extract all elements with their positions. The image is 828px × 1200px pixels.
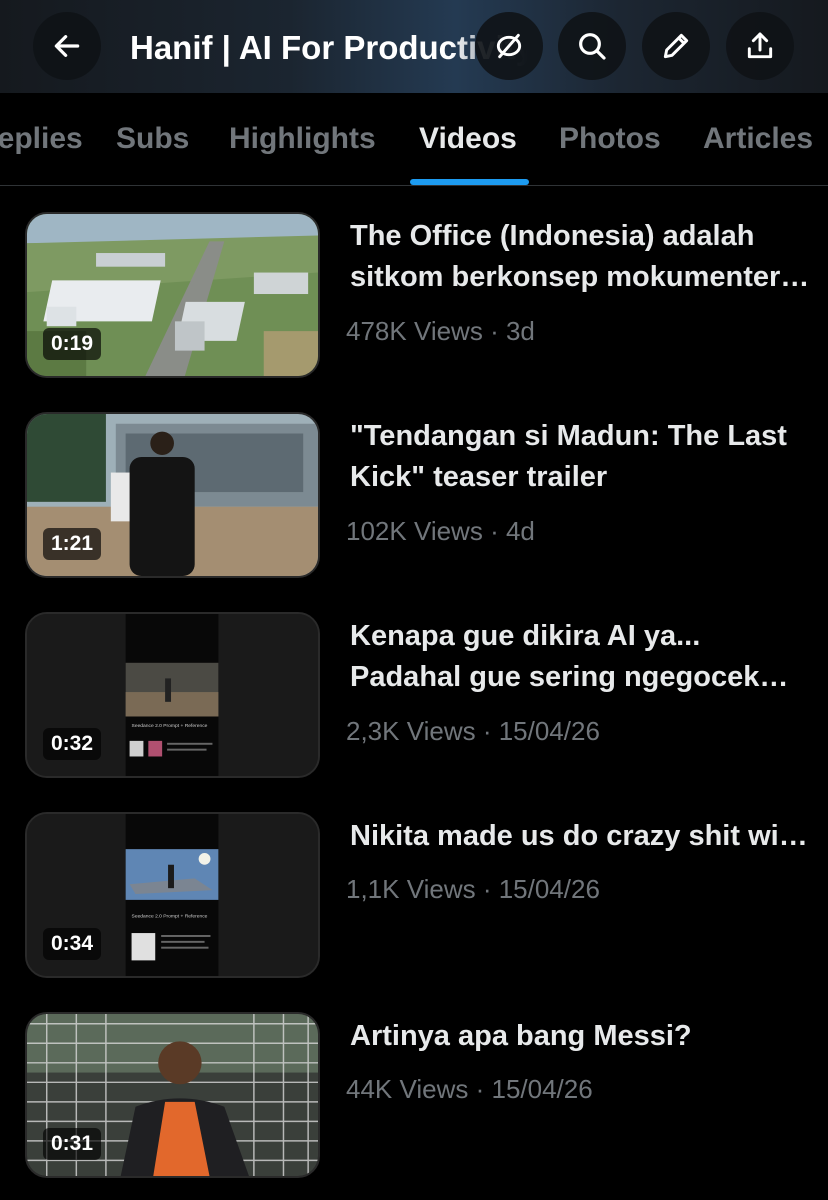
view-count: 102K Views	[346, 516, 483, 546]
share-upload-icon	[747, 32, 773, 59]
post-date: 15/04/26	[491, 1074, 593, 1104]
video-title[interactable]: The Office (Indonesia) adalah sitkom ber…	[350, 216, 810, 298]
tab-photos[interactable]: Photos	[559, 119, 661, 159]
video-list-item[interactable]: Seedance 2.0 Prompt + Reference 0:32 Ken…	[0, 612, 828, 812]
post-date: 3d	[505, 316, 535, 346]
tab-articles[interactable]: Articles	[703, 119, 813, 159]
share-button[interactable]	[726, 12, 794, 80]
video-title[interactable]: Artinya apa bang Messi?	[350, 1016, 810, 1057]
video-thumbnail[interactable]: Seedance 2.0 Prompt + Reference 0:34	[25, 812, 320, 978]
tab-highlights[interactable]: Highlights	[229, 119, 376, 159]
post-date: 15/04/26	[498, 716, 600, 746]
video-thumbnail[interactable]: Seedance 2.0 Prompt + Reference 0:32	[25, 612, 320, 778]
video-list-item[interactable]: 0:19 The Office (Indonesia) adalah sitko…	[0, 212, 828, 412]
video-list-item[interactable]: 0:31 Artinya apa bang Messi? 44K Views ·…	[0, 1012, 828, 1200]
eye-slash-icon	[496, 33, 522, 59]
video-duration: 0:32	[43, 728, 102, 760]
video-duration: 0:19	[43, 328, 102, 360]
video-title[interactable]: Nikita made us do crazy shit with AI	[350, 816, 810, 857]
video-meta: 44K Views · 15/04/26	[346, 1074, 593, 1104]
video-meta: 102K Views · 4d	[346, 516, 535, 546]
edit-button[interactable]	[642, 12, 710, 80]
video-meta: 2,3K Views · 15/04/26	[346, 716, 600, 746]
profile-tabs: Replies Subs Highlights Videos Photos Ar…	[0, 93, 828, 186]
video-title[interactable]: Kenapa gue dikira AI ya... Padahal gue s…	[350, 616, 810, 698]
view-count: 478K Views	[346, 316, 483, 346]
post-date: 4d	[505, 516, 535, 546]
tab-subs[interactable]: Subs	[116, 119, 189, 159]
video-thumbnail[interactable]: 0:31	[25, 1012, 320, 1178]
video-title[interactable]: "Tendangan si Madun: The Last Kick" teas…	[350, 416, 810, 498]
view-count: 1,1K Views	[346, 874, 476, 904]
video-thumbnail[interactable]: 0:19	[25, 212, 320, 378]
profile-header: Hanif | AI For Productivity	[0, 0, 828, 93]
reference-caption: Seedance 2.0 Prompt + Reference	[132, 913, 208, 919]
video-thumbnail[interactable]: 1:21	[25, 412, 320, 578]
back-arrow-icon	[54, 35, 80, 57]
video-duration: 1:21	[43, 528, 102, 560]
video-list-item[interactable]: Seedance 2.0 Prompt + Reference 0:34 Nik…	[0, 812, 828, 1012]
tab-replies[interactable]: Replies	[0, 119, 83, 159]
tab-videos[interactable]: Videos	[419, 119, 517, 159]
video-list-item[interactable]: 1:21 "Tendangan si Madun: The Last Kick"…	[0, 412, 828, 612]
view-count: 44K Views	[346, 1074, 469, 1104]
mute-button[interactable]	[475, 12, 543, 80]
search-icon	[579, 33, 606, 60]
profile-name: Hanif | AI For Productivity	[130, 29, 530, 66]
video-duration: 0:34	[43, 928, 102, 960]
active-tab-indicator	[410, 179, 529, 185]
video-meta: 478K Views · 3d	[346, 316, 535, 346]
pencil-icon	[663, 33, 689, 59]
video-duration: 0:31	[43, 1128, 102, 1160]
view-count: 2,3K Views	[346, 716, 476, 746]
video-meta: 1,1K Views · 15/04/26	[346, 874, 600, 904]
post-date: 15/04/26	[498, 874, 600, 904]
back-button[interactable]	[33, 12, 101, 80]
search-button[interactable]	[558, 12, 626, 80]
reference-caption: Seedance 2.0 Prompt + Reference	[132, 723, 208, 729]
